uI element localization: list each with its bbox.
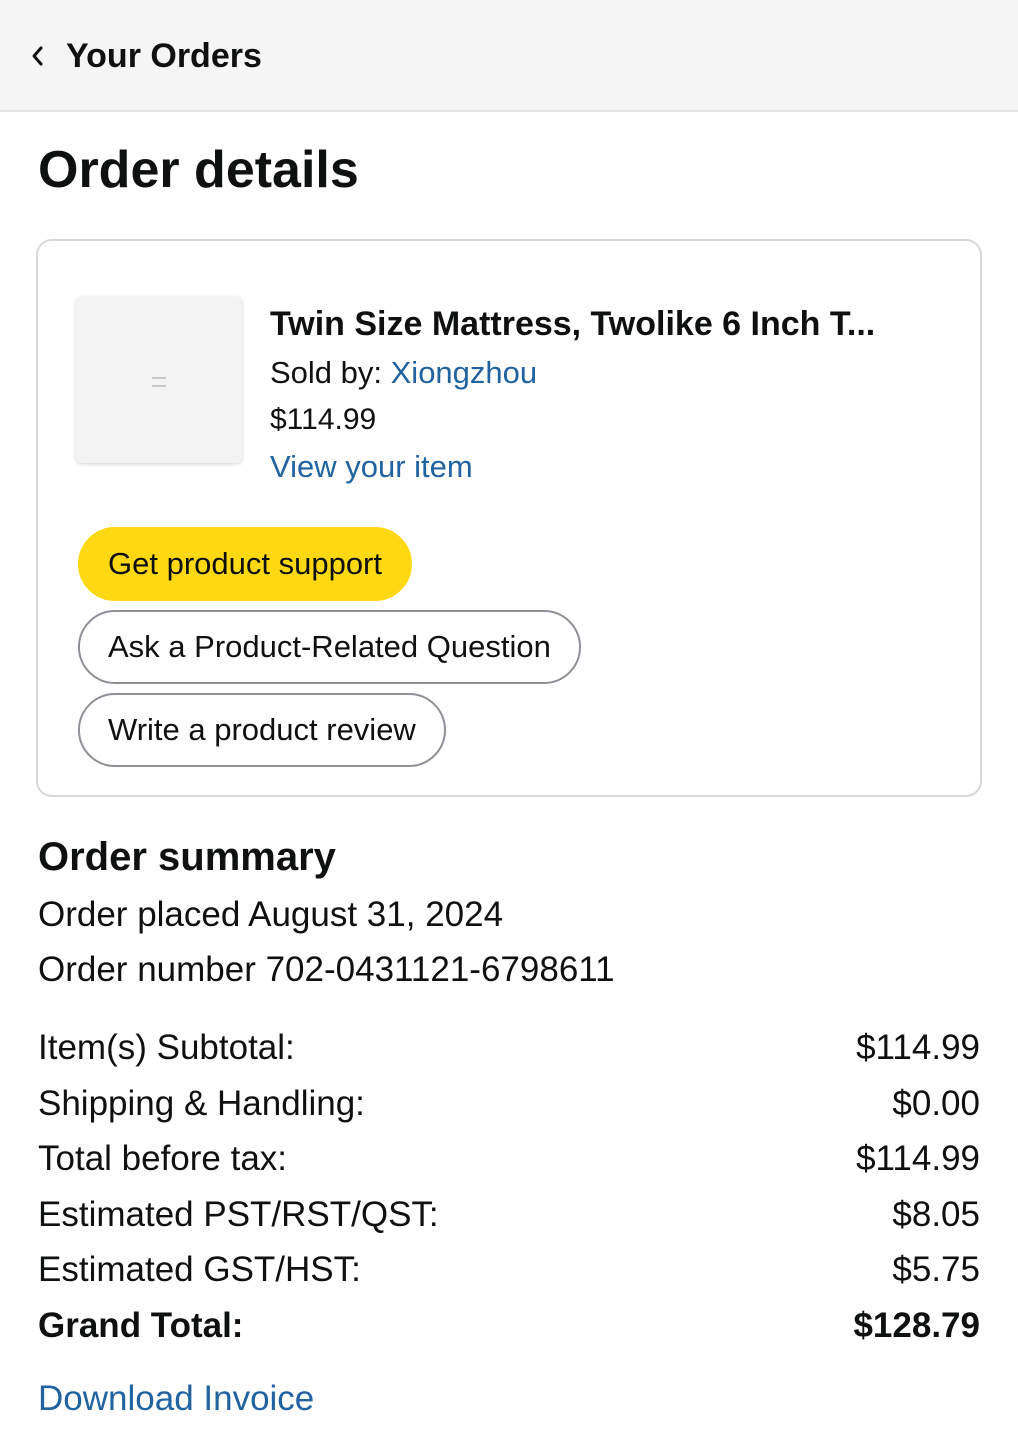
- view-your-item-link[interactable]: View your item: [270, 443, 950, 491]
- total-value: $8.05: [892, 1194, 980, 1234]
- write-review-button[interactable]: Write a product review: [78, 693, 446, 767]
- get-product-support-button[interactable]: Get product support: [78, 527, 412, 601]
- sold-by-line: Sold by: Xiongzhou: [270, 349, 950, 397]
- total-label: Shipping & Handling:: [38, 1083, 365, 1123]
- seller-link[interactable]: Xiongzhou: [391, 355, 538, 390]
- page-title: Order details: [38, 141, 359, 199]
- order-number: Order number 702-0431121-6798611: [38, 950, 615, 989]
- order-summary-heading: Order summary: [38, 835, 336, 879]
- total-row-before-tax: Total before tax: $114.99: [38, 1131, 980, 1187]
- product-price: $114.99: [270, 403, 377, 436]
- order-totals: Item(s) Subtotal: $114.99 Shipping & Han…: [38, 1020, 980, 1353]
- total-value: $0.00: [892, 1083, 980, 1123]
- product-info: Twin Size Mattress, Twolike 6 Inch T... …: [270, 299, 950, 491]
- top-navigation-bar: Your Orders: [0, 0, 1018, 112]
- total-label: Item(s) Subtotal:: [38, 1028, 295, 1067]
- product-title[interactable]: Twin Size Mattress, Twolike 6 Inch T...: [270, 299, 950, 349]
- total-value: $5.75: [892, 1250, 980, 1289]
- order-item-card: Twin Size Mattress, Twolike 6 Inch T... …: [36, 239, 982, 797]
- chevron-left-icon: [30, 36, 50, 76]
- grand-total-value: $128.79: [853, 1305, 980, 1345]
- total-value: $114.99: [856, 1028, 980, 1067]
- product-image-mark: [152, 377, 166, 387]
- total-label: Estimated PST/RST/QST:: [38, 1194, 439, 1234]
- back-link-label: Your Orders: [66, 37, 262, 75]
- total-row-subtotal: Item(s) Subtotal: $114.99: [38, 1020, 980, 1076]
- total-row-gst: Estimated GST/HST: $5.75: [38, 1242, 980, 1298]
- grand-total-label: Grand Total:: [38, 1305, 244, 1345]
- grand-total-row: Grand Total: $128.79: [38, 1298, 980, 1354]
- ask-question-button[interactable]: Ask a Product-Related Question: [78, 610, 581, 684]
- total-value: $114.99: [856, 1139, 980, 1178]
- back-to-orders-link[interactable]: Your Orders: [30, 36, 262, 76]
- order-placed-date: Order placed August 31, 2024: [38, 895, 504, 934]
- total-row-pst: Estimated PST/RST/QST: $8.05: [38, 1187, 980, 1243]
- total-row-shipping: Shipping & Handling: $0.00: [38, 1076, 980, 1132]
- total-label: Total before tax:: [38, 1139, 288, 1178]
- download-invoice-link[interactable]: Download Invoice: [38, 1374, 314, 1424]
- sold-by-label: Sold by:: [270, 355, 391, 390]
- total-label: Estimated GST/HST:: [38, 1250, 361, 1289]
- product-thumbnail[interactable]: [76, 297, 242, 463]
